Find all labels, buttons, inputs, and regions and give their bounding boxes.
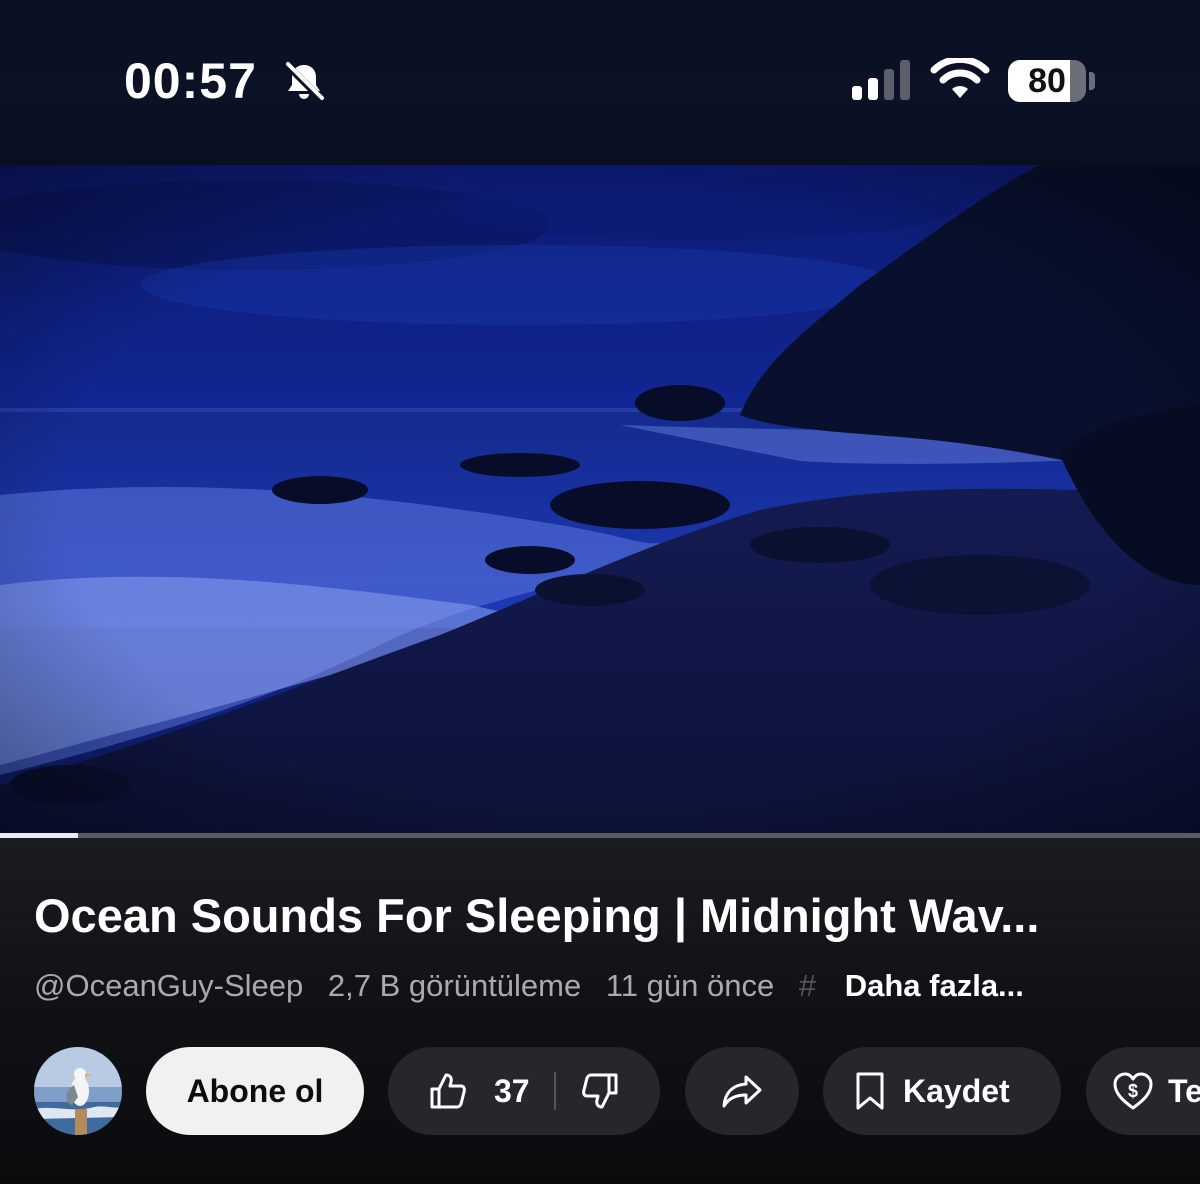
wifi-icon (930, 58, 990, 98)
view-count: 2,7 B görüntüleme (327, 968, 582, 1003)
thanks-label: Te (1168, 1072, 1200, 1109)
video-meta[interactable]: @OceanGuy-Sleep 2,7 B görüntüleme 11 gün… (34, 968, 1184, 1004)
save-label: Kaydet (903, 1072, 1010, 1109)
status-clock: 00:57 (124, 53, 257, 109)
share-icon (722, 1075, 762, 1108)
like-dislike-group: 37 (388, 1047, 660, 1135)
hashtag-marker: # (798, 968, 817, 1003)
subscribe-button[interactable]: Abone ol (146, 1047, 364, 1135)
cellular-signal-icon (852, 60, 910, 100)
video-title[interactable]: Ocean Sounds For Sleeping | Midnight Wav… (34, 888, 1174, 943)
bookmark-icon (856, 1072, 884, 1110)
more-link[interactable]: Daha fazla... (845, 968, 1024, 1003)
video-player[interactable] (0, 165, 1200, 837)
svg-text:$: $ (1128, 1081, 1138, 1101)
status-bar: 00:57 80 (0, 0, 1200, 165)
channel-handle[interactable]: @OceanGuy-Sleep (34, 968, 303, 1003)
battery-percent: 80 (1028, 61, 1066, 100)
like-count: 37 (494, 1072, 530, 1109)
thumbs-up-icon (430, 1073, 466, 1109)
save-button[interactable]: Kaydet (823, 1047, 1061, 1135)
heart-dollar-icon: $ (1113, 1072, 1153, 1110)
bell-slash-icon (284, 62, 325, 103)
battery-icon: 80 (1008, 60, 1086, 102)
channel-avatar[interactable] (34, 1047, 122, 1135)
share-button[interactable] (685, 1047, 799, 1135)
seagull-avatar-image (34, 1047, 122, 1135)
upload-age: 11 gün önce (605, 968, 775, 1003)
video-frame (0, 165, 1200, 837)
thanks-button[interactable]: $ Te (1086, 1047, 1200, 1135)
dislike-button[interactable] (580, 1071, 620, 1111)
like-button[interactable]: 37 (388, 1071, 530, 1111)
like-divider (553, 1072, 556, 1110)
battery-cap (1089, 72, 1095, 90)
thumbs-down-icon (581, 1073, 618, 1109)
